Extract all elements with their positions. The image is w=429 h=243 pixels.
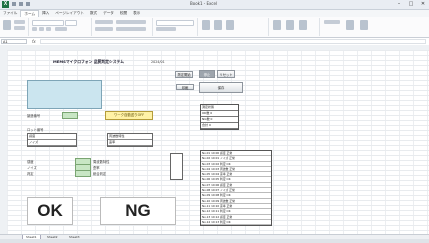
lot-row: ノイズ xyxy=(28,140,76,146)
lot-label: ロット番号 xyxy=(27,128,44,132)
serial-input[interactable] xyxy=(62,112,78,119)
excel-logo-icon: X xyxy=(2,1,9,8)
sheet-title: MEMSマイクロフォン 品質判定システム xyxy=(53,59,124,64)
serial-label: 製造番号 xyxy=(27,114,41,118)
autosum-icon[interactable] xyxy=(324,20,340,24)
minimize-button[interactable]: – xyxy=(395,1,403,7)
window-controls: – □ ✕ xyxy=(395,1,427,7)
function-icon[interactable]: fx xyxy=(32,39,36,44)
tab-file[interactable]: ファイル xyxy=(0,10,20,17)
tab-data[interactable]: データ xyxy=(100,10,117,17)
font-size-select[interactable] xyxy=(65,20,77,26)
fill-color-icon[interactable] xyxy=(55,27,67,31)
measurement-log: No.01 10:00 感度 正常 No.02 10:01 ノイズ 正常 No.… xyxy=(200,150,272,227)
delete-cells-icon[interactable] xyxy=(286,20,294,30)
total-label: 総合判定 xyxy=(93,172,107,176)
number-format-select[interactable] xyxy=(156,20,194,26)
format-table-icon[interactable] xyxy=(214,20,222,30)
cut-icon[interactable] xyxy=(14,20,25,24)
find-select-icon[interactable] xyxy=(360,20,368,30)
freq-label: 周波数特性 xyxy=(93,160,110,164)
status-bar xyxy=(0,239,429,243)
save-button[interactable]: 保存 xyxy=(199,82,243,93)
quick-access-toolbar xyxy=(12,2,30,6)
dist-label: 歪率 xyxy=(93,166,100,170)
noise-label: ノイズ xyxy=(27,166,37,170)
number-group xyxy=(153,18,198,36)
save-icon[interactable] xyxy=(12,2,16,6)
percent-icon[interactable] xyxy=(156,27,176,31)
cells-group xyxy=(269,18,320,36)
paste-icon[interactable] xyxy=(3,20,11,30)
editing-group xyxy=(320,18,390,36)
format-cells-icon[interactable] xyxy=(299,20,307,30)
undo-icon[interactable] xyxy=(19,2,23,6)
status-grid: 測定状態 OK数 0 NG数 0 合計 0 xyxy=(200,104,239,130)
redo-icon[interactable] xyxy=(26,2,30,6)
ribbon-tabs: ファイル ホーム 挿入 ページレイアウト 数式 データ 校閲 表示 xyxy=(0,10,429,17)
judge-value[interactable] xyxy=(75,170,91,177)
underline-icon[interactable] xyxy=(46,27,51,31)
bold-icon[interactable] xyxy=(32,27,37,31)
cell-styles-icon[interactable] xyxy=(226,20,234,30)
start-button[interactable]: 測定開始 xyxy=(175,71,193,78)
merge-center-button[interactable] xyxy=(116,27,146,31)
alignment-group xyxy=(92,18,153,36)
ribbon xyxy=(0,17,429,38)
tab-home[interactable]: ホーム xyxy=(20,10,40,17)
excel-window: X Book1 - Excel – □ ✕ ファイル ホーム 挿入 ページレイア… xyxy=(0,0,429,243)
ok-indicator: OK xyxy=(27,197,73,225)
maximize-button[interactable]: □ xyxy=(407,1,415,7)
clipboard-group xyxy=(0,18,29,36)
tab-page-layout[interactable]: ページレイアウト xyxy=(52,10,87,17)
align-icon[interactable] xyxy=(95,20,113,24)
tab-insert[interactable]: 挿入 xyxy=(39,10,52,17)
print-button[interactable]: 印刷 xyxy=(176,84,194,90)
wrap-text-button[interactable] xyxy=(116,20,146,24)
lot-grid: 感度 ノイズ xyxy=(27,133,77,147)
copy-icon[interactable] xyxy=(14,26,25,30)
tab-view[interactable]: 表示 xyxy=(130,10,143,17)
status-row: 合計 0 xyxy=(201,123,238,129)
formula-input[interactable] xyxy=(40,39,426,44)
close-button[interactable]: ✕ xyxy=(419,1,427,7)
insert-cells-icon[interactable] xyxy=(273,20,281,30)
title-bar: X Book1 - Excel – □ ✕ xyxy=(0,0,429,10)
stop-button[interactable]: 停止 xyxy=(199,70,215,78)
styles-group xyxy=(198,18,269,36)
judge-label: 判定 xyxy=(27,172,34,176)
display-panel xyxy=(27,80,102,109)
ng-indicator: NG xyxy=(100,197,176,225)
conditional-format-icon[interactable] xyxy=(202,20,210,30)
spec-row: 歪率 xyxy=(108,140,152,146)
tab-formulas[interactable]: 数式 xyxy=(87,10,100,17)
tab-review[interactable]: 校閲 xyxy=(117,10,130,17)
sort-filter-icon[interactable] xyxy=(346,20,354,30)
reset-button[interactable]: リセット xyxy=(217,70,235,78)
auto-feed-status: ワーク自動送りOFF xyxy=(105,111,153,120)
indent-icon[interactable] xyxy=(95,27,113,31)
font-group xyxy=(29,18,92,36)
result-column xyxy=(170,153,183,180)
font-select[interactable] xyxy=(32,20,64,26)
sens-label: 感度 xyxy=(27,160,34,164)
sheet-note: 2024/01 xyxy=(151,60,165,64)
spec-grid: 周波数特性 歪率 xyxy=(107,133,153,147)
name-box[interactable]: A1 xyxy=(1,39,27,44)
italic-icon[interactable] xyxy=(39,27,44,31)
window-title: Book1 - Excel xyxy=(190,1,218,6)
log-row: No.14 10:13 判定 OK xyxy=(201,220,271,226)
